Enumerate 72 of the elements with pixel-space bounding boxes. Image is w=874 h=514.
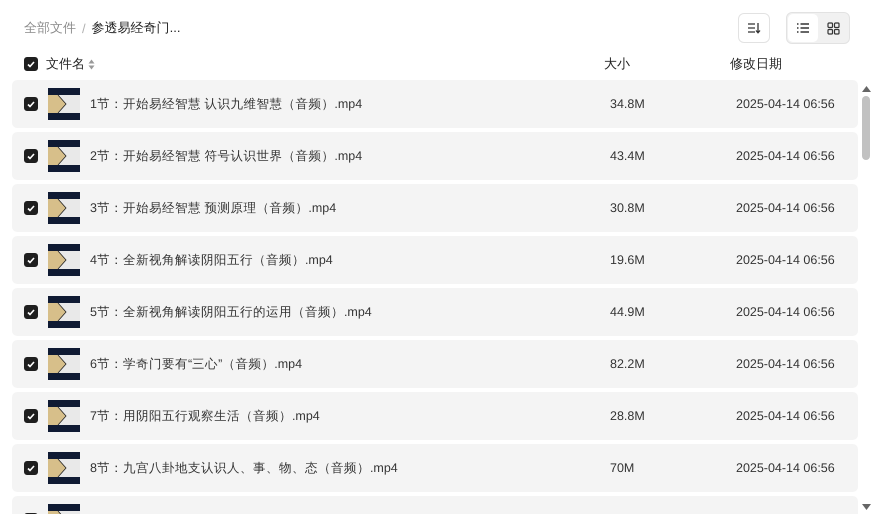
file-row[interactable]: 4节：全新视角解读阴阳五行（音频）.mp4 19.6M 2025-04-14 06:56	[12, 236, 858, 284]
scroll-down-icon[interactable]	[862, 504, 870, 510]
file-name: 7节：用阴阳五行观察生活（音频）.mp4	[90, 408, 321, 424]
file-name: 8节：九宫八卦地支认识人、事、物、态（音频）.mp4	[90, 460, 399, 476]
checkbox[interactable]	[24, 253, 38, 267]
modified-date: 2025-04-14 06:56	[736, 149, 835, 163]
file-name: 3节：开始易经智慧 预测原理（音频）.mp4	[90, 200, 338, 216]
file-size: 34.8M	[610, 97, 646, 111]
column-header[interactable]: 文件名	[46, 55, 85, 73]
video-thumbnail	[48, 244, 80, 276]
file-name: 4节：全新视角解读阴阳五行（音频）.mp4	[90, 252, 334, 268]
breadcrumb-current: 参透易经奇门...	[92, 19, 180, 37]
list-icon	[796, 22, 810, 34]
file-name: 2节：开始易经智慧 符号认识世界（音频）.mp4	[90, 148, 364, 164]
file-row[interactable]: 2节：开始易经智慧 符号认识世界（音频）.mp4 43.4M 2025-04-14 06:56	[12, 132, 858, 180]
sort-icon[interactable]	[88, 58, 95, 70]
modified-date: 2025-04-14 06:56	[736, 357, 835, 371]
file-row[interactable]: 5节：全新视角解读阴阳五行的运用（音频）.mp4 44.9M 2025-04-14 06:56	[12, 288, 858, 336]
file-name: 1节：开始易经智慧 认识九维智慧（音频）.mp4	[90, 96, 364, 112]
checkbox[interactable]	[24, 357, 38, 371]
modified-date: 2025-04-14 06:56	[736, 253, 835, 267]
list-view-button[interactable]	[788, 14, 818, 42]
check-icon	[27, 60, 35, 68]
scrollbar-thumb[interactable]	[862, 96, 870, 160]
file-row[interactable]: 8节：九宫八卦地支认识人、事、物、态（音频）.mp4 70M 2025-04-14 06:56	[12, 444, 858, 492]
video-thumbnail	[48, 296, 80, 328]
file-size: 43.4M	[610, 149, 646, 163]
modified-date: 2025-04-14 06:56	[736, 201, 835, 215]
column-header[interactable]: 修改日期	[730, 55, 782, 73]
video-thumbnail	[48, 140, 80, 172]
file-row[interactable]: 7节：用阴阳五行观察生活（音频）.mp4 28.8M 2025-04-14 06:56	[12, 392, 858, 440]
scroll-up-icon[interactable]	[862, 86, 870, 92]
modified-date: 2025-04-14 06:56	[736, 461, 835, 475]
file-row[interactable]: 1节：开始易经智慧 认识九维智慧（音频）.mp4 34.8M 2025-04-14 06:56	[12, 80, 858, 128]
file-size: 30.8M	[610, 201, 646, 215]
checkbox[interactable]	[24, 409, 38, 423]
column-header[interactable]: 大小	[604, 55, 730, 73]
file-size: 70M	[610, 461, 636, 475]
sort-icon	[747, 22, 761, 34]
modified-date: 2025-04-14 06:56	[736, 409, 835, 423]
check-icon	[27, 412, 35, 420]
modified-date: 2025-04-14 06:56	[736, 97, 835, 111]
grid-icon	[826, 22, 840, 34]
check-icon	[27, 100, 35, 108]
file-name: 6节：学奇门要有“三心”（音频）.mp4	[90, 356, 304, 372]
breadcrumb-separator: /	[82, 20, 86, 36]
file-row[interactable]: 6节：学奇门要有“三心”（音频）.mp4 82.2M 2025-04-14 06:56	[12, 340, 858, 388]
check-icon	[27, 204, 35, 212]
checkbox[interactable]	[24, 57, 38, 71]
checkbox[interactable]	[24, 97, 38, 111]
check-icon	[27, 308, 35, 316]
file-size: 44.9M	[610, 305, 646, 319]
video-thumbnail	[48, 452, 80, 484]
check-icon	[27, 256, 35, 264]
check-icon	[27, 152, 35, 160]
modified-date: 2025-04-14 06:56	[736, 305, 835, 319]
file-name: 5节：全新视角解读阴阳五行的运用（音频）.mp4	[90, 304, 373, 320]
file-row[interactable]: 3节：开始易经智慧 预测原理（音频）.mp4 30.8M 2025-04-14 06:56	[12, 184, 858, 232]
video-thumbnail	[48, 348, 80, 380]
checkbox[interactable]	[24, 149, 38, 163]
video-thumbnail	[48, 400, 80, 432]
file-size: 28.8M	[610, 409, 646, 423]
checkbox[interactable]	[24, 305, 38, 319]
check-icon	[27, 360, 35, 368]
check-icon	[27, 464, 35, 472]
video-thumbnail	[48, 88, 80, 120]
checkbox[interactable]	[24, 461, 38, 475]
checkbox[interactable]	[24, 201, 38, 215]
file-size: 19.6M	[610, 253, 646, 267]
video-thumbnail	[48, 192, 80, 224]
file-size: 82.2M	[610, 357, 646, 371]
sort-button[interactable]	[738, 13, 770, 43]
